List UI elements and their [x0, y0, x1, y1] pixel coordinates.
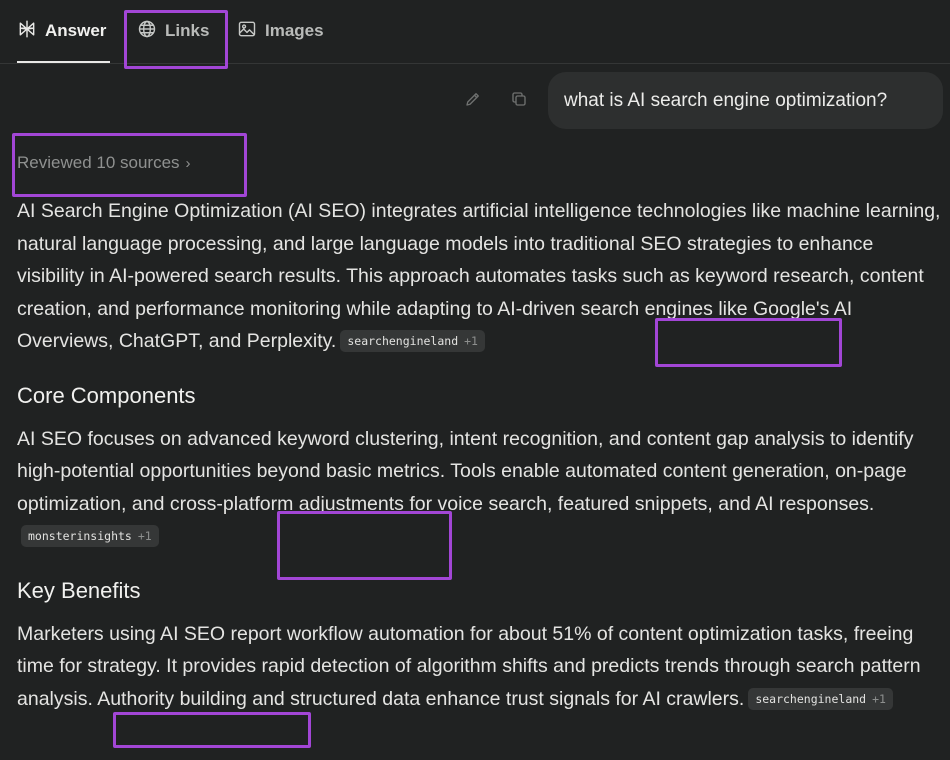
- perplexity-logo-icon: [17, 19, 37, 44]
- tab-answer[interactable]: Answer: [17, 12, 106, 50]
- highlight-box-citation: [113, 712, 311, 748]
- section-heading: Key Benefits: [17, 577, 141, 603]
- tab-links[interactable]: Links: [137, 12, 209, 50]
- citation-chip[interactable]: searchengineland +1: [340, 330, 485, 352]
- citation-source: monsterinsights: [28, 529, 132, 543]
- reviewed-sources-toggle[interactable]: Reviewed 10 sources ›: [17, 153, 191, 173]
- edit-pencil-icon: [464, 90, 482, 113]
- section-paragraph: Marketers using AI SEO report workflow a…: [17, 618, 942, 716]
- active-tab-indicator: [17, 61, 110, 63]
- tab-images[interactable]: Images: [237, 12, 324, 50]
- tab-links-label: Links: [165, 21, 210, 40]
- section-paragraph: AI SEO focuses on advanced keyword clust…: [17, 423, 942, 553]
- section-text: AI SEO focuses on advanced keyword clust…: [17, 427, 914, 515]
- citation-more-count: +1: [137, 529, 152, 543]
- citation-source: searchengineland: [347, 334, 459, 348]
- answer-intro-paragraph: AI Search Engine Optimization (AI SEO) i…: [17, 195, 942, 358]
- citation-more-count: +1: [464, 334, 478, 348]
- answer-body: AI Search Engine Optimization (AI SEO) i…: [17, 195, 942, 715]
- tab-answer-label: Answer: [45, 21, 107, 40]
- tab-images-label: Images: [265, 21, 324, 40]
- user-query-bubble: what is AI search engine optimization?: [548, 72, 943, 129]
- copy-query-button[interactable]: [508, 90, 530, 112]
- globe-icon: [137, 19, 157, 44]
- answer-page: Answer Links Images what is AI search en…: [0, 0, 950, 760]
- query-actions: [462, 90, 530, 112]
- copy-icon: [510, 90, 528, 113]
- citation-chip[interactable]: monsterinsights +1: [21, 525, 159, 547]
- chevron-right-icon: ›: [185, 154, 191, 172]
- section-heading: Core Components: [17, 382, 196, 408]
- edit-query-button[interactable]: [462, 90, 484, 112]
- image-icon: [237, 19, 257, 44]
- citation-chip[interactable]: searchengineland +1: [748, 687, 893, 710]
- reviewed-sources-label: Reviewed 10 sources: [17, 153, 180, 172]
- tab-bar: Answer Links Images: [0, 0, 950, 64]
- citation-source: searchengineland: [755, 691, 867, 706]
- user-query-text: what is AI search engine optimization?: [564, 89, 888, 111]
- citation-more-count: +1: [872, 691, 886, 706]
